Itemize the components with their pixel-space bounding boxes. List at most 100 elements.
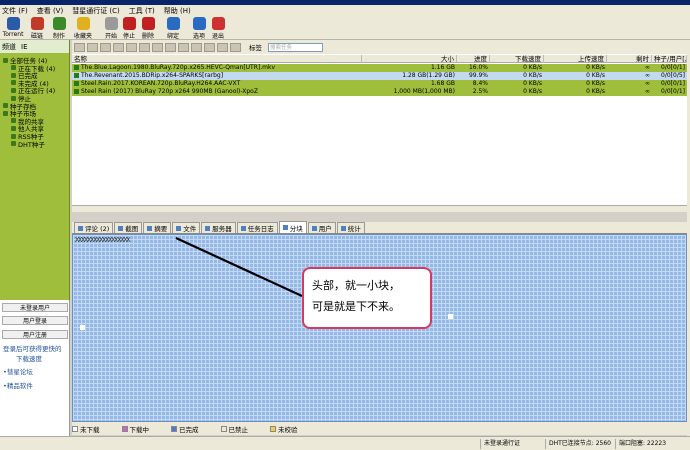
tab[interactable]: 服务器 bbox=[201, 222, 236, 233]
not-logged-in-label: 未登录用户 bbox=[2, 303, 68, 312]
account-panel: 未登录用户 用户登录 用户注册 登录后可获得更快的 下载速度 •彗星论坛 •精品… bbox=[0, 300, 70, 438]
port-status: 端口阻塞: 22223 bbox=[615, 439, 666, 449]
toolbar-label: 开始 bbox=[104, 33, 117, 40]
table-cell: 0 KB/s bbox=[490, 80, 544, 88]
cell-text: 8.4% bbox=[472, 80, 488, 87]
cell-text: 99.9% bbox=[468, 72, 488, 79]
callout-line-1: 头部，就一小块， bbox=[312, 279, 400, 292]
bottom-icon[interactable] bbox=[139, 42, 150, 52]
callout-line-2: 可是就是下不来。 bbox=[312, 300, 400, 313]
folder-icon[interactable] bbox=[178, 42, 189, 52]
menu-item[interactable]: 工具 (T) bbox=[129, 6, 155, 16]
cell-text: Steel.Rain.2017.KOREAN.720p.BluRay.H264.… bbox=[81, 80, 241, 87]
table-cell: 2.5% bbox=[457, 88, 490, 96]
table-cell: ∞ bbox=[607, 88, 652, 96]
user-register-button[interactable]: 用户注册 bbox=[2, 330, 68, 339]
tab-label: 分块 bbox=[289, 224, 303, 233]
table-cell: 8.4% bbox=[457, 80, 490, 88]
cell-text: 0 KB/s bbox=[523, 72, 542, 79]
menu-item[interactable]: 查看 (V) bbox=[37, 6, 63, 16]
column-header-cell[interactable]: 大小 bbox=[362, 55, 457, 63]
column-header-cell[interactable]: 上传速度 bbox=[544, 55, 607, 63]
options-icon bbox=[192, 17, 206, 30]
legend-label: 未下载 bbox=[80, 425, 100, 434]
channel-tab[interactable]: 频道 bbox=[2, 42, 16, 52]
toolbar-button[interactable]: 删除 bbox=[137, 17, 159, 40]
open-icon[interactable] bbox=[87, 42, 98, 52]
table-cell: ∞ bbox=[607, 80, 652, 88]
new-task-icon[interactable] bbox=[74, 42, 85, 52]
passport-status[interactable]: 未登录通行证 bbox=[480, 439, 520, 449]
download-status-icon bbox=[74, 89, 79, 94]
up-icon[interactable] bbox=[100, 42, 111, 52]
toolbar-button[interactable]: 收藏夹 bbox=[72, 17, 94, 40]
column-header-cell[interactable]: 剩时 bbox=[607, 55, 652, 63]
top-icon[interactable] bbox=[126, 42, 137, 52]
column-header-cell[interactable]: 种子/用户[总] bbox=[652, 55, 687, 63]
tab[interactable]: 摘要 bbox=[143, 222, 172, 233]
tab[interactable]: 分块 bbox=[278, 221, 307, 233]
cell-text: 1,000 MB(1,000 MB) bbox=[393, 88, 455, 95]
toolbar-label: 删除 bbox=[141, 33, 154, 40]
sidebar: 频道 IE 全部任务 (4) 正在下载 (4) 已完成 未完成 (4) 正在运行 (4)… bbox=[0, 40, 70, 300]
software-link[interactable]: •精品软件 bbox=[3, 380, 33, 390]
export-icon[interactable] bbox=[204, 42, 215, 52]
tree-item[interactable]: DHT种子 bbox=[11, 139, 45, 149]
menu-item[interactable]: 帮助 (H) bbox=[164, 6, 191, 16]
settings-icon[interactable] bbox=[230, 42, 241, 52]
tab[interactable]: 任务日志 bbox=[236, 222, 278, 233]
user-login-button[interactable]: 用户登录 bbox=[2, 316, 68, 325]
tab[interactable]: 文件 bbox=[172, 222, 201, 233]
table-row[interactable]: The.Blue.Lagoon.1980.BluRay.720p.x265.HE… bbox=[72, 64, 687, 72]
cell-text: 0 KB/s bbox=[586, 80, 605, 87]
filter-icon[interactable] bbox=[152, 42, 163, 52]
table-cell: ∞ bbox=[607, 72, 652, 80]
legend-swatch bbox=[270, 425, 276, 432]
tag-button[interactable]: 标签 bbox=[249, 42, 262, 52]
legend-item: 下载中 bbox=[121, 424, 149, 434]
cell-text: 2.5% bbox=[472, 88, 488, 95]
column-header-cell[interactable]: 下载速度 bbox=[490, 55, 544, 63]
cell-text: 16.0% bbox=[468, 64, 488, 71]
search-input[interactable]: 搜索任务 bbox=[268, 42, 323, 52]
toolbar-button[interactable]: Torrent bbox=[2, 17, 24, 39]
preview-icon[interactable] bbox=[165, 42, 176, 52]
cell-text: 0/0[0/1] bbox=[661, 88, 685, 95]
ie-tab[interactable]: IE bbox=[21, 43, 28, 51]
table-row[interactable]: Steel Rain (2017) BluRay 720p x264 990MB… bbox=[72, 88, 687, 96]
toolbar-button[interactable]: 绑定APP bbox=[162, 17, 184, 47]
tab[interactable]: 评论 (2) bbox=[74, 222, 114, 233]
tab[interactable]: 截图 bbox=[114, 222, 143, 233]
table-row[interactable]: Steel.Rain.2017.KOREAN.720p.BluRay.H264.… bbox=[72, 80, 687, 88]
table-cell: 0/0[0/5] bbox=[652, 72, 687, 80]
toolbar-button[interactable]: 制作 bbox=[48, 17, 70, 40]
piece-legend: 未下载 下载中 已完成 已禁止 未校验 bbox=[72, 422, 687, 435]
toolbar-button[interactable]: 磁链 bbox=[26, 17, 48, 40]
delete-icon bbox=[141, 17, 155, 30]
table-cell: 0 KB/s bbox=[490, 64, 544, 72]
column-header-cell[interactable]: 进度 bbox=[457, 55, 490, 63]
horizontal-scrollbar[interactable] bbox=[72, 205, 687, 212]
cell-text: ∞ bbox=[645, 80, 650, 87]
menu-item[interactable]: 彗星通行证 (C) bbox=[72, 6, 120, 16]
toolbar-button[interactable]: 退出 bbox=[207, 17, 229, 40]
tab[interactable]: 统计 bbox=[336, 222, 365, 233]
login-hint-2: 下载速度 bbox=[16, 355, 42, 363]
down-icon[interactable] bbox=[113, 42, 124, 52]
properties-icon[interactable] bbox=[191, 42, 202, 52]
cell-text: ∞ bbox=[645, 88, 650, 95]
legend-swatch bbox=[220, 425, 227, 432]
refresh-icon[interactable] bbox=[217, 42, 228, 52]
table-row[interactable]: The.Revenant.2015.BDRip.x264-SPARKS[rarb… bbox=[72, 72, 687, 80]
table-cell: 0 KB/s bbox=[544, 64, 607, 72]
menu-item[interactable]: 文件 (F) bbox=[2, 6, 28, 16]
table-cell: 0 KB/s bbox=[544, 88, 607, 96]
column-header-cell[interactable]: 名称 bbox=[72, 55, 362, 63]
toolbar-label: 制作 bbox=[52, 33, 65, 40]
tab-label: 服务器 bbox=[212, 225, 232, 233]
dht-status: DHT已连接节点: 2560 bbox=[545, 439, 611, 449]
tab[interactable]: 用户 bbox=[307, 222, 336, 233]
tab-icon bbox=[147, 225, 153, 231]
forum-link[interactable]: •彗星论坛 bbox=[3, 366, 33, 376]
make-icon bbox=[52, 17, 66, 30]
